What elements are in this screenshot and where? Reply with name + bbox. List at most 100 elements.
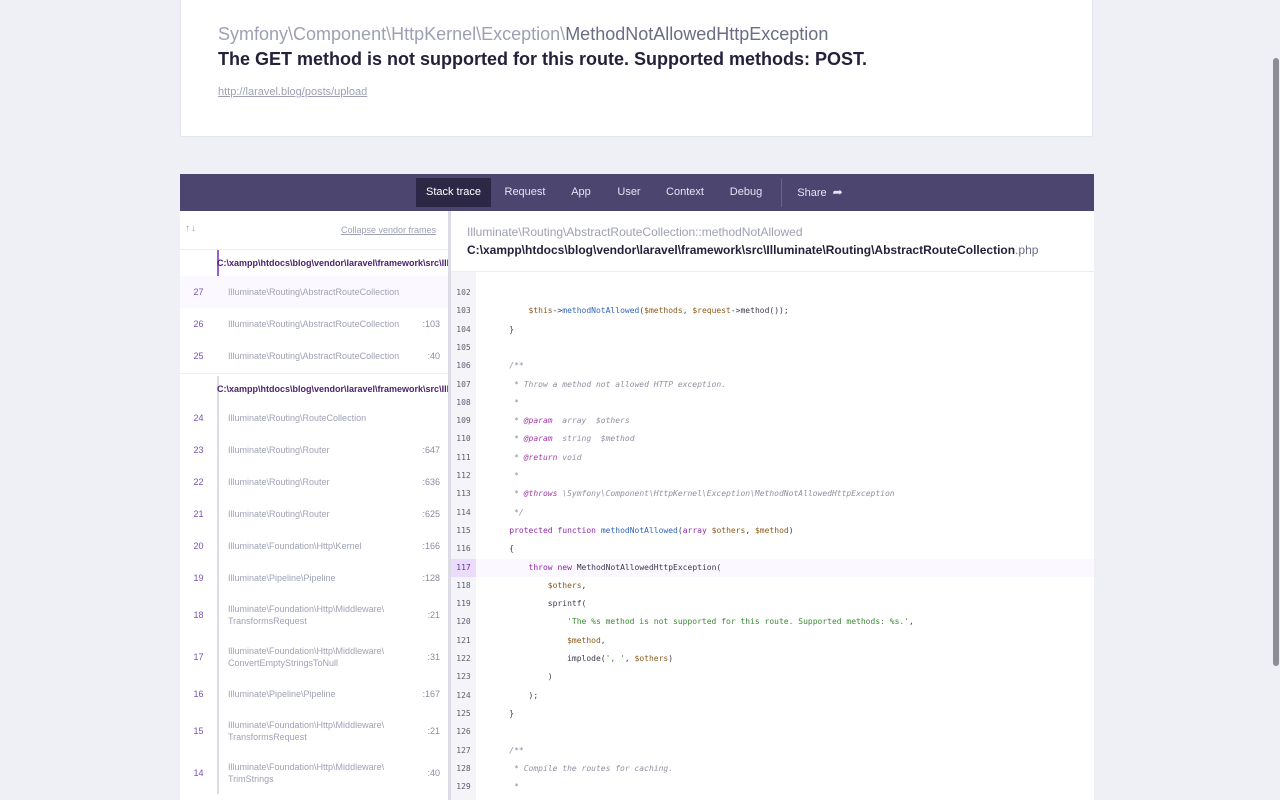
code-line: 108 * [451, 394, 1094, 412]
line-number[interactable]: 115 [451, 522, 476, 540]
line-number[interactable]: 113 [451, 485, 476, 503]
line-number[interactable]: 114 [451, 504, 476, 522]
code-line: 106 /** [451, 357, 1094, 375]
stack-frame[interactable]: 19 Illuminate\Pipeline\Pipeline:128 [180, 562, 448, 594]
line-number[interactable]: 128 [451, 760, 476, 778]
tab-user[interactable]: User [608, 178, 650, 207]
stack-frame[interactable]: 25 Illuminate\Routing\AbstractRouteCollec… [180, 340, 448, 372]
line-number[interactable]: 107 [451, 376, 476, 394]
stack-frame[interactable]: 18 Illuminate\Foundation\Http\Middleware\… [180, 594, 448, 636]
stack-frames-sidebar: ↑↓ Collapse vendor frames C:\xampp\htdoc… [180, 211, 451, 800]
frame-number: 16 [193, 689, 204, 699]
line-number[interactable]: 112 [451, 467, 476, 485]
frame-number: 27 [193, 287, 204, 297]
frame-group-separator [180, 373, 448, 374]
share-arrow-icon: ➦ [832, 185, 843, 199]
tab-stack-trace[interactable]: Stack trace [416, 178, 491, 207]
line-source: implode(', ', $others) [490, 654, 674, 663]
line-number[interactable]: 121 [451, 632, 476, 650]
sort-arrows-icon[interactable]: ↑↓ [185, 223, 197, 234]
frame-class: Illuminate\Foundation\Http\Middleware\ C… [228, 646, 385, 668]
line-source: } [490, 324, 515, 334]
line-number[interactable]: 118 [451, 577, 476, 595]
code-line: 102 [451, 284, 1094, 302]
line-number[interactable]: 129 [451, 778, 476, 796]
page-scrollbar[interactable] [1273, 58, 1279, 666]
line-source: sprintf( [490, 599, 587, 609]
line-number[interactable]: 110 [451, 430, 476, 448]
frame-line-number: :31 [427, 652, 440, 662]
line-number[interactable]: 104 [451, 321, 476, 339]
line-source: { [490, 544, 515, 554]
line-number[interactable]: 125 [451, 705, 476, 723]
request-url-link[interactable]: http://laravel.blog/posts/upload [218, 86, 367, 98]
line-source: $this->methodNotAllowed($methods, $reque… [528, 306, 789, 316]
line-number[interactable]: 108 [451, 394, 476, 412]
line-number[interactable]: 127 [451, 742, 476, 760]
stack-frame[interactable]: 16 Illuminate\Pipeline\Pipeline:167 [180, 678, 448, 710]
line-number[interactable]: 106 [451, 357, 476, 375]
code-line: 110 * @param string $method [451, 430, 1094, 448]
line-source: * Throw a method not allowed HTTP except… [490, 379, 727, 389]
line-number[interactable]: 120 [451, 613, 476, 631]
stack-frame[interactable]: 21 Illuminate\Routing\Router:625 [180, 498, 448, 530]
line-source: throw new MethodNotAllowedHttpException( [528, 562, 722, 572]
line-source: * @throws \Symfony\Component\HttpKernel\… [490, 489, 895, 499]
tab-debug[interactable]: Debug [720, 178, 772, 207]
code-line: 123 ) [451, 668, 1094, 686]
line-number[interactable]: 124 [451, 687, 476, 705]
code-line: 124 ); [451, 687, 1094, 705]
frame-line-number: :166 [422, 541, 440, 551]
frame-group-file-path[interactable]: C:\xampp\htdocs\blog\vendor\laravel\fram… [217, 250, 448, 276]
frame-file-path[interactable]: C:\xampp\htdocs\blog\vendor\laravel\fram… [467, 243, 1038, 257]
frame-number: 26 [193, 319, 204, 329]
line-source: } [490, 708, 515, 718]
frame-number: 25 [193, 351, 204, 361]
tab-app[interactable]: App [560, 178, 602, 207]
line-source: $others, [547, 580, 587, 590]
stack-frame[interactable]: 24 Illuminate\Routing\RouteCollection [180, 402, 448, 434]
stack-frame[interactable]: 26 Illuminate\Routing\AbstractRouteCollec… [180, 308, 448, 340]
line-number[interactable]: 117 [451, 558, 476, 577]
frame-number: 17 [193, 652, 204, 662]
stack-frame[interactable]: 27 Illuminate\Routing\AbstractRouteCollec… [180, 276, 448, 308]
line-number[interactable]: 105 [451, 339, 476, 357]
frame-class: Illuminate\Foundation\Http\Kernel [228, 541, 362, 551]
code-line: 121 $method, [451, 632, 1094, 650]
frame-line-number: :21 [427, 726, 440, 736]
line-number[interactable]: 119 [451, 595, 476, 613]
code-line: 127 /** [451, 742, 1094, 760]
line-number[interactable]: 111 [451, 449, 476, 467]
stack-frame[interactable]: 15 Illuminate\Foundation\Http\Middleware\… [180, 710, 448, 752]
code-line: 114 */ [451, 504, 1094, 522]
code-line: 119 sprintf( [451, 595, 1094, 613]
stack-frame[interactable]: 14 Illuminate\Foundation\Http\Middleware\… [180, 752, 448, 794]
code-line: 111 * @return void [451, 449, 1094, 467]
code-header: Illuminate\Routing\AbstractRouteCollecti… [451, 211, 1094, 272]
collapse-vendor-frames-button[interactable]: Collapse vendor frames [341, 225, 436, 235]
code-line: 122 implode(', ', $others) [451, 650, 1094, 668]
line-number[interactable]: 103 [451, 302, 476, 320]
line-source: protected function methodNotAllowed(arra… [509, 525, 794, 535]
tab-request[interactable]: Request [498, 178, 552, 207]
stack-frame[interactable]: 22 Illuminate\Routing\Router:636 [180, 466, 448, 498]
frame-group-file-path[interactable]: C:\xampp\htdocs\blog\vendor\laravel\fram… [217, 376, 448, 402]
frame-number: 14 [193, 768, 204, 778]
frame-line-number: :128 [422, 573, 440, 583]
stack-frame[interactable]: 20 Illuminate\Foundation\Http\Kernel:166 [180, 530, 448, 562]
frame-class: Illuminate\Routing\Router [228, 477, 330, 487]
line-number[interactable]: 122 [451, 650, 476, 668]
line-number[interactable]: 126 [451, 723, 476, 741]
line-number[interactable]: 116 [451, 540, 476, 558]
tab-context[interactable]: Context [658, 178, 712, 207]
line-number[interactable]: 109 [451, 412, 476, 430]
stack-frame[interactable]: 23 Illuminate\Routing\Router:647 [180, 434, 448, 466]
line-number[interactable]: 123 [451, 668, 476, 686]
frame-line-number: :625 [422, 509, 440, 519]
code-line: 103 $this->methodNotAllowed($methods, $r… [451, 302, 1094, 320]
tab-share[interactable]: Share ➦ [792, 178, 848, 207]
stack-frame[interactable]: 17 Illuminate\Foundation\Http\Middleware\… [180, 636, 448, 678]
line-number[interactable]: 102 [451, 284, 476, 302]
stack-trace-panel: Stack trace Request App User Context Deb… [180, 174, 1094, 800]
line-source: */ [490, 507, 524, 517]
